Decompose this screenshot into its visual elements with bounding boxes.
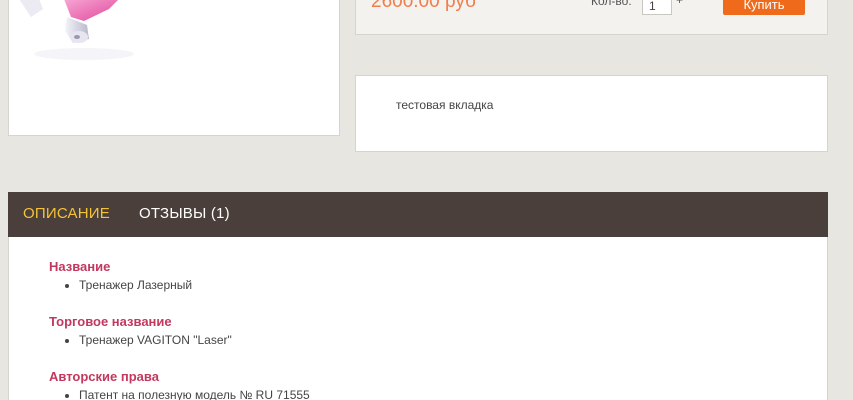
custom-tab-box: тестовая вкладка [355,75,828,152]
section-list: Тренажер Лазерный [49,277,192,293]
list-item: Тренажер Лазерный [79,277,192,293]
product-image-panel [8,0,340,136]
quantity-label: Кол-во: [591,0,632,8]
section-title: Авторские права [49,369,159,384]
quantity-input[interactable]: 1 [642,0,672,15]
section-title: Название [49,259,111,274]
description-content: Название Тренажер Лазерный Торговое назв… [8,237,828,400]
list-item: Патент на полезную модель № RU 71555 [79,387,310,400]
quantity-stepper[interactable]: + [676,0,683,7]
product-page: 2600.00 руб Кол-во: 1 + Купить тестовая … [0,0,853,400]
tab-reviews[interactable]: ОТЗЫВЫ (1) [139,205,230,222]
section-list: Тренажер VAGITON "Laser" [49,332,232,348]
custom-tab-text: тестовая вкладка [396,98,494,112]
product-tabs: ОПИСАНИЕ ОТЗЫВЫ (1) [8,192,828,237]
buy-button[interactable]: Купить [723,0,805,15]
product-price: 2600.00 руб [371,0,476,12]
section-name: Название Тренажер Лазерный [49,259,192,293]
product-image[interactable] [9,0,149,69]
buy-panel: 2600.00 руб Кол-во: 1 + Купить [355,0,828,35]
section-list: Патент на полезную модель № RU 71555 [49,387,310,400]
section-title: Торговое название [49,314,172,329]
section-copyright: Авторские права Патент на полезную модел… [49,369,310,400]
section-trade-name: Торговое название Тренажер VAGITON "Lase… [49,314,232,348]
list-item: Тренажер VAGITON "Laser" [79,332,232,348]
tab-description[interactable]: ОПИСАНИЕ [23,205,110,222]
